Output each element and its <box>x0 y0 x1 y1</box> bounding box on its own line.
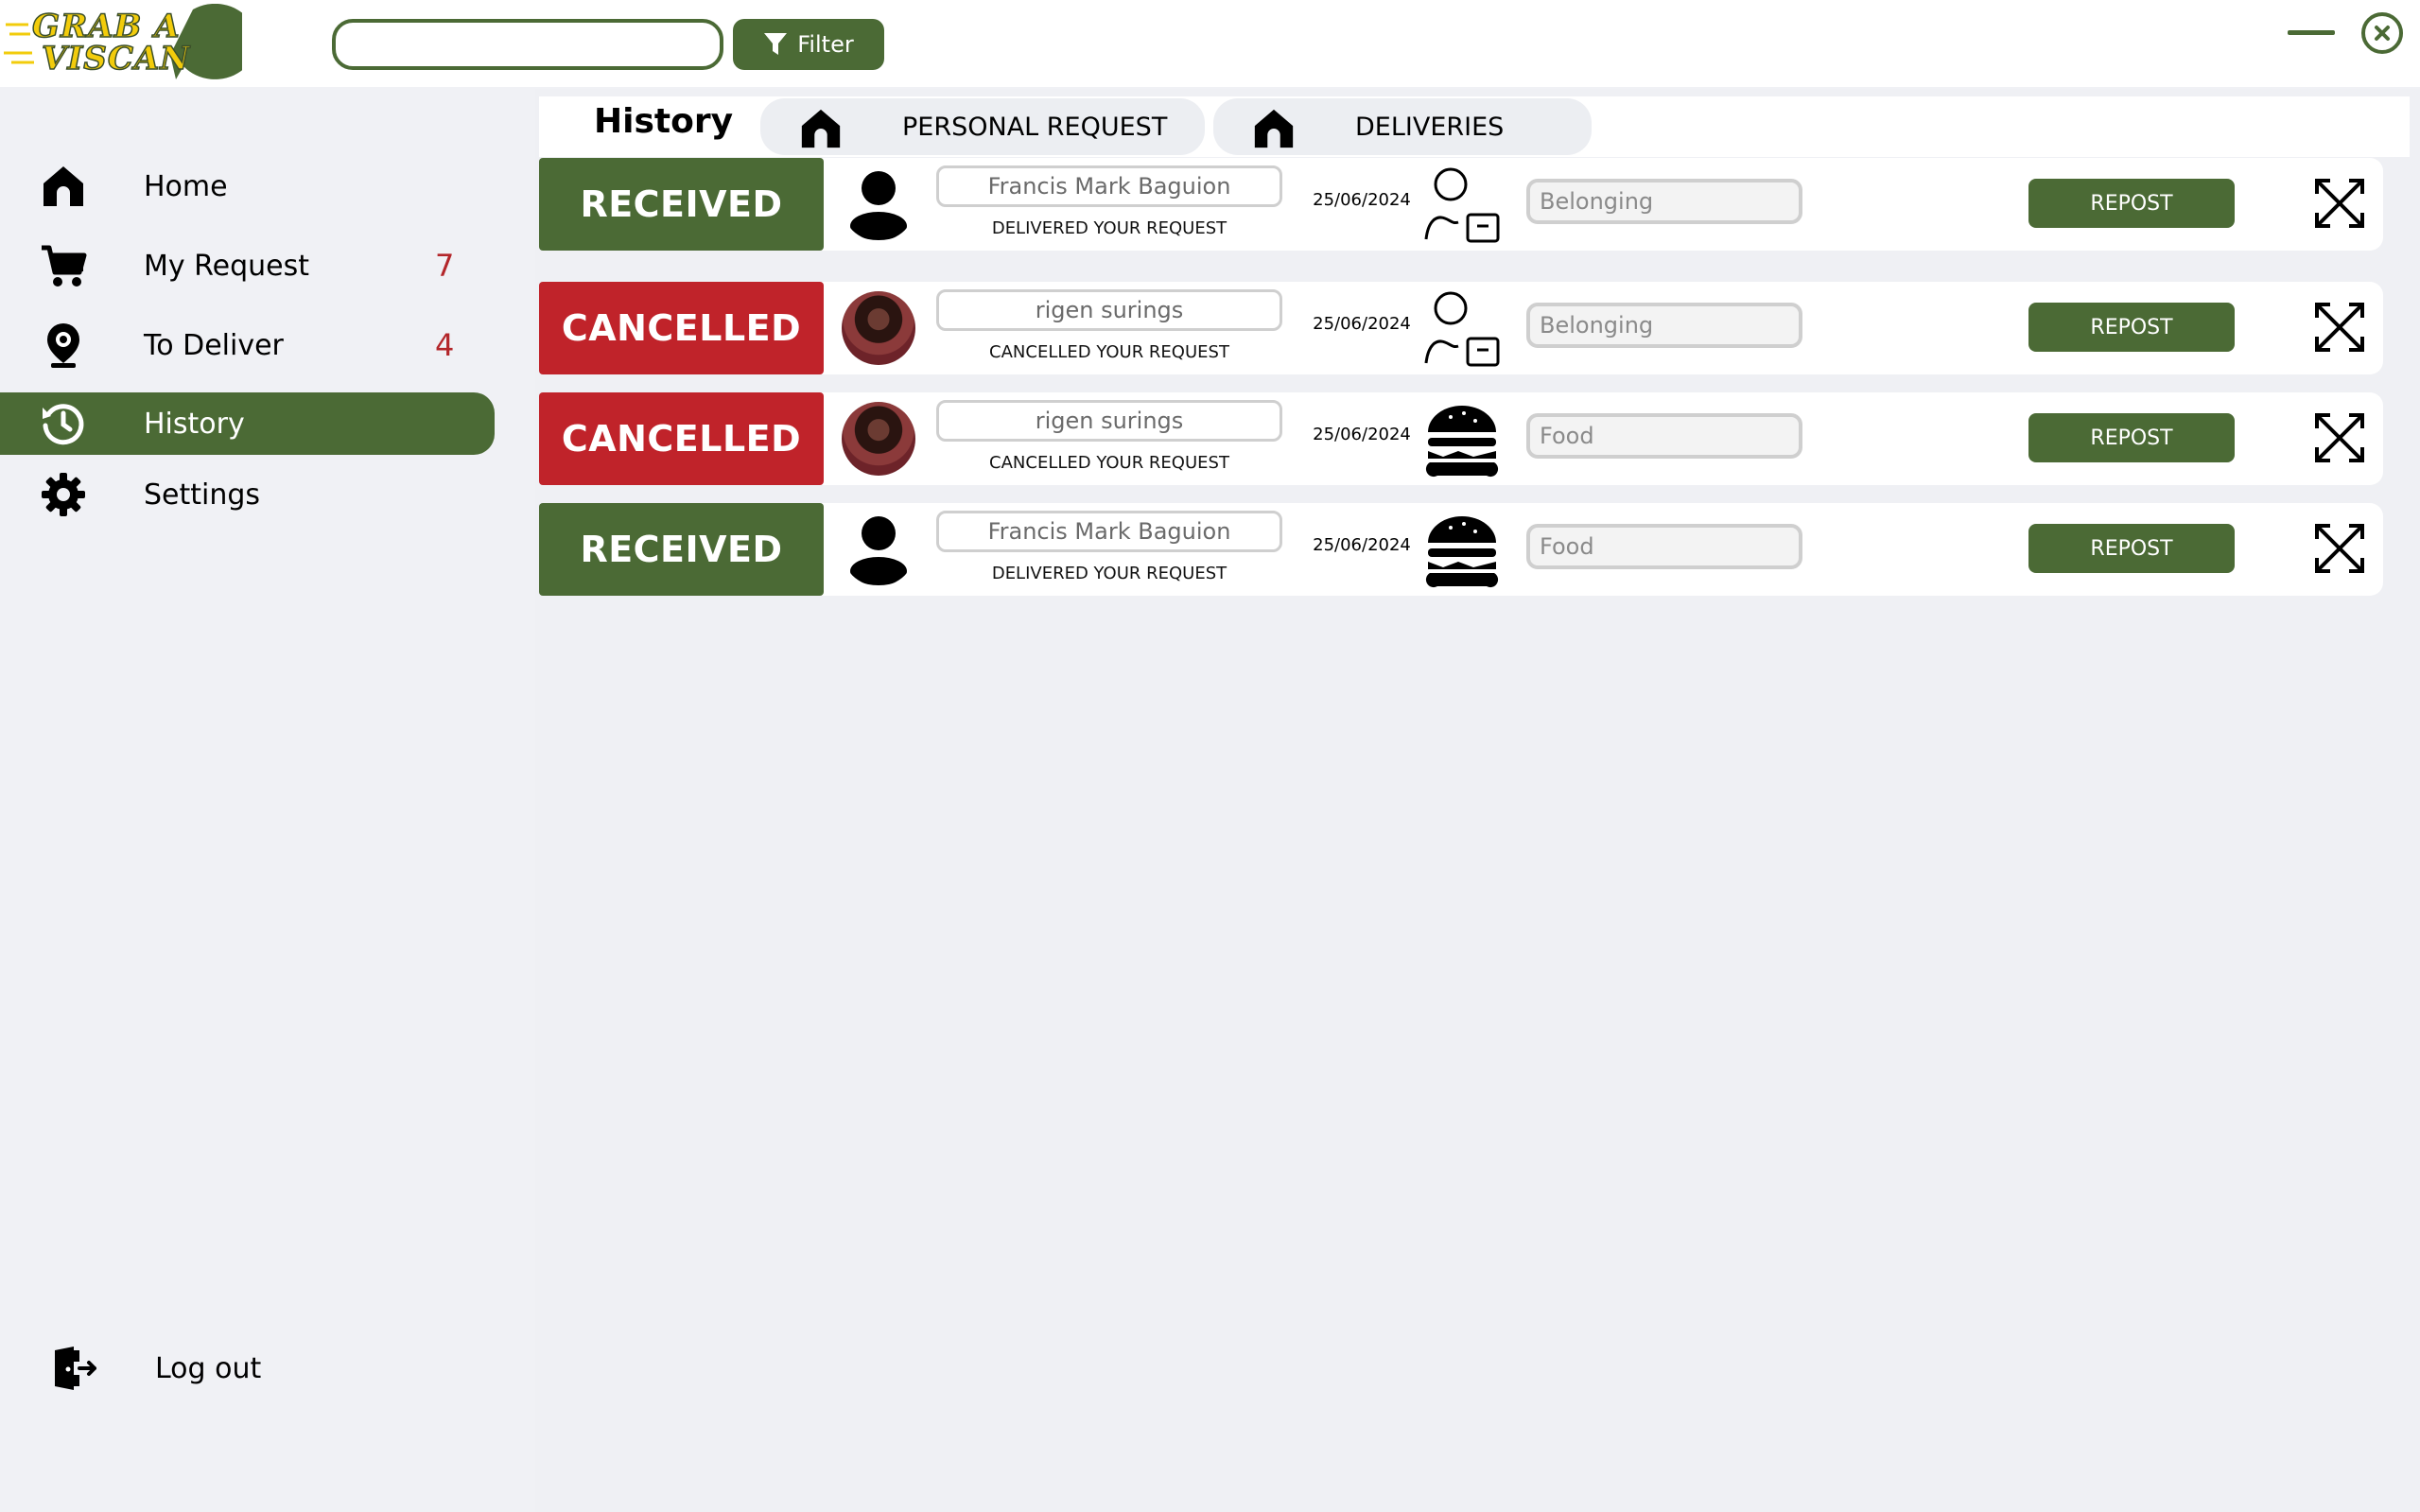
status-badge: CANCELLED <box>539 282 824 374</box>
gear-icon <box>38 469 89 520</box>
history-row: RECEIVED Francis Mark Baguion DELIVERED … <box>539 503 2383 596</box>
logout-icon <box>49 1343 100 1394</box>
expand-icon[interactable] <box>2313 301 2366 354</box>
filter-button[interactable]: Filter <box>733 19 884 70</box>
filter-label: Filter <box>797 31 854 58</box>
request-date: 25/06/2024 <box>1313 314 1411 334</box>
avatar <box>842 167 915 241</box>
page-title: History <box>594 102 734 141</box>
home-icon <box>38 161 89 212</box>
burger-icon <box>1425 406 1499 478</box>
home-icon <box>801 109 841 148</box>
sidebar-item-history[interactable]: History <box>0 392 495 455</box>
belonging-icon <box>1424 291 1500 367</box>
tab-label: PERSONAL REQUEST <box>902 112 1168 142</box>
minimize-button[interactable] <box>2288 19 2335 47</box>
request-date: 25/06/2024 <box>1313 535 1411 555</box>
funnel-icon <box>764 33 788 55</box>
logout-button[interactable]: Log out <box>0 1337 495 1399</box>
status-message: CANCELLED YOUR REQUEST <box>989 342 1229 362</box>
cart-icon <box>38 240 89 291</box>
history-icon <box>38 398 89 449</box>
close-button[interactable] <box>2361 12 2403 54</box>
repost-button[interactable]: REPOST <box>2028 524 2235 573</box>
request-count-badge: 7 <box>435 248 455 284</box>
category-field: Food <box>1526 524 1802 569</box>
sidebar-item-to-deliver[interactable]: To Deliver 4 <box>0 314 495 376</box>
sidebar-item-label: Settings <box>144 478 261 512</box>
tab-deliveries[interactable]: DELIVERIES <box>1213 98 1592 155</box>
sidebar-item-label: Home <box>144 169 228 203</box>
expand-icon[interactable] <box>2313 177 2366 230</box>
request-date: 25/06/2024 <box>1313 190 1411 210</box>
logo-text-line2: VISCAN <box>41 39 191 78</box>
repost-button[interactable]: REPOST <box>2028 303 2235 352</box>
sidebar-item-label: To Deliver <box>144 328 284 362</box>
belonging-icon <box>1424 167 1500 243</box>
category-field: Belonging <box>1526 303 1802 348</box>
sidebar-item-settings[interactable]: Settings <box>0 463 495 526</box>
logout-label: Log out <box>155 1351 262 1385</box>
sidebar-item-my-request[interactable]: My Request 7 <box>0 235 495 297</box>
repost-button[interactable]: REPOST <box>2028 413 2235 462</box>
deliver-count-badge: 4 <box>435 327 455 363</box>
location-pin-icon <box>38 320 89 371</box>
sidebar-item-label: My Request <box>144 249 310 283</box>
sidebar-item-home[interactable]: Home <box>0 155 495 217</box>
expand-icon[interactable] <box>2313 522 2366 575</box>
app-logo: GRAB A VISCAN <box>4 3 257 83</box>
close-icon <box>2375 26 2390 41</box>
status-message: DELIVERED YOUR REQUEST <box>991 218 1227 238</box>
requester-name-field: rigen surings <box>936 400 1282 442</box>
repost-button[interactable]: REPOST <box>2028 179 2235 228</box>
requester-name-field: Francis Mark Baguion <box>936 511 1282 552</box>
requester-name-field: Francis Mark Baguion <box>936 165 1282 207</box>
category-field: Food <box>1526 413 1802 459</box>
history-row: CANCELLED rigen surings CANCELLED YOUR R… <box>539 392 2383 485</box>
request-date: 25/06/2024 <box>1313 425 1411 444</box>
top-bar: GRAB A VISCAN Filter <box>0 0 2420 87</box>
history-row: CANCELLED rigen surings CANCELLED YOUR R… <box>539 282 2383 374</box>
search-input[interactable] <box>332 19 723 70</box>
sidebar-item-label: History <box>144 407 245 441</box>
status-message: DELIVERED YOUR REQUEST <box>991 564 1227 583</box>
requester-name-field: rigen surings <box>936 289 1282 331</box>
category-field: Belonging <box>1526 179 1802 224</box>
history-row: RECEIVED Francis Mark Baguion DELIVERED … <box>539 158 2383 251</box>
avatar <box>842 513 915 586</box>
expand-icon[interactable] <box>2313 411 2366 464</box>
status-badge: CANCELLED <box>539 392 824 485</box>
avatar <box>842 402 915 476</box>
tab-personal-request[interactable]: PERSONAL REQUEST <box>760 98 1205 155</box>
home-icon <box>1254 109 1294 148</box>
user-silhouette-icon <box>850 171 907 240</box>
status-badge: RECEIVED <box>539 503 824 596</box>
tab-label: DELIVERIES <box>1355 112 1505 142</box>
status-badge: RECEIVED <box>539 158 824 251</box>
status-message: CANCELLED YOUR REQUEST <box>989 453 1229 473</box>
user-silhouette-icon <box>850 516 907 585</box>
avatar <box>842 291 915 365</box>
burger-icon <box>1425 516 1499 588</box>
